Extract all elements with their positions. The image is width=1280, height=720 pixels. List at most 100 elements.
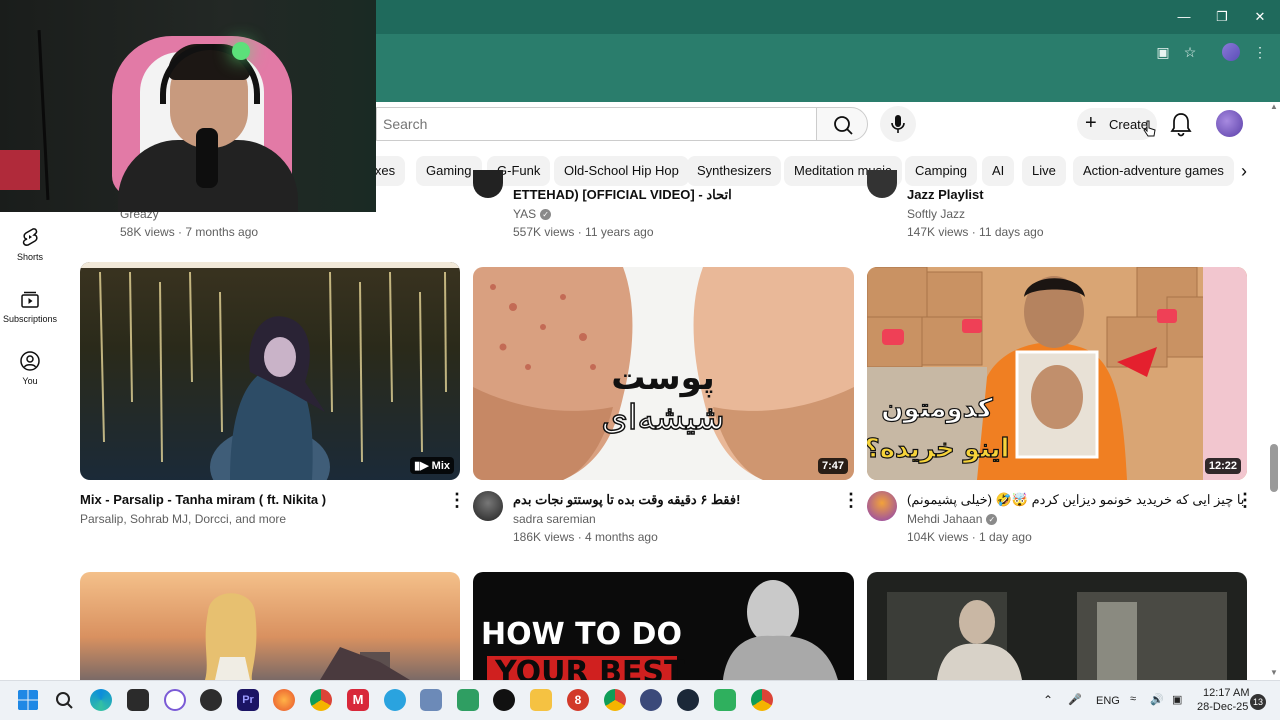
- video-thumbnail[interactable]: ▮▶ Mix: [80, 262, 460, 480]
- video-title[interactable]: فقط ۶ دقیقه وقت بده تا پوستتو نجات بدم!: [513, 492, 740, 508]
- premiere-icon[interactable]: Pr: [237, 689, 259, 711]
- steam-icon[interactable]: [677, 689, 699, 711]
- notifications-button[interactable]: [1168, 110, 1194, 138]
- minimize-button[interactable]: —: [1172, 6, 1196, 28]
- video-thumbnail[interactable]: کدومتون اینو خریده؟ 12:22: [867, 267, 1247, 480]
- more-options-icon[interactable]: ⋮: [448, 490, 466, 511]
- bookmark-star-icon[interactable]: ☆: [1180, 42, 1200, 62]
- more-options-icon[interactable]: ⋮: [1236, 490, 1254, 511]
- thumb-text-your-best: YOUR BEST: [494, 655, 685, 680]
- store-icon[interactable]: [127, 689, 149, 711]
- channel-avatar[interactable]: [867, 491, 897, 521]
- mix-badge: ▮▶ Mix: [410, 457, 454, 474]
- webcam-overlay: [0, 0, 376, 212]
- filter-chips: ixes Gaming G-Funk Old-School Hip Hop Sy…: [362, 156, 1256, 186]
- app-icon[interactable]: [714, 689, 736, 711]
- account-avatar[interactable]: [1216, 110, 1243, 137]
- mega-icon[interactable]: M: [347, 689, 369, 711]
- channel-avatar[interactable]: [867, 170, 897, 198]
- clock-date[interactable]: 28-Dec-25: [1197, 701, 1248, 713]
- channel-name[interactable]: sadra saremian: [513, 512, 596, 526]
- video-title[interactable]: ETTEHAD) [OFFICIAL VIDEO] - اتحاد: [513, 187, 732, 203]
- close-window-button[interactable]: ✕: [1248, 6, 1272, 28]
- chip-live[interactable]: Live: [1022, 156, 1066, 186]
- sidebar-item-label: You: [22, 376, 38, 386]
- video-meta: 104K views · 1 day ago: [907, 530, 1032, 544]
- sidebar-item-label: Shorts: [16, 252, 43, 262]
- screen: — ❐ ✕ ▣ ☆ ⋮ +: [0, 0, 1280, 720]
- video-duration: 12:22: [1204, 458, 1241, 474]
- maximize-button[interactable]: ❐: [1210, 6, 1234, 28]
- chip-camping[interactable]: Camping: [905, 156, 978, 186]
- video-title[interactable]: Jazz Playlist: [907, 187, 984, 202]
- edge-icon[interactable]: [90, 689, 112, 711]
- microphone-tray-icon[interactable]: 🎤: [1068, 693, 1082, 706]
- chevron-right-icon[interactable]: ›: [1232, 158, 1256, 184]
- chip-ai[interactable]: AI: [982, 156, 1015, 186]
- search-button[interactable]: [816, 107, 868, 141]
- chrome-active-icon[interactable]: [751, 689, 773, 711]
- channel-name-text: YAS: [513, 207, 537, 221]
- doorway-man-artwork: [887, 592, 1227, 680]
- video-thumbnail[interactable]: پوست شیشه‌ای 7:47: [473, 267, 854, 480]
- chrome-icon[interactable]: [310, 689, 332, 711]
- install-app-icon[interactable]: ▣: [1153, 42, 1173, 62]
- chip-gaming[interactable]: Gaming: [416, 156, 482, 186]
- channel-avatar[interactable]: [473, 491, 503, 521]
- video-meta: 147K views · 11 days ago: [907, 225, 1044, 239]
- sidebar-item-you[interactable]: You: [0, 350, 60, 386]
- you-icon: [20, 351, 40, 371]
- video-thumbnail[interactable]: HOW TO DO YOUR BEST: [473, 572, 854, 680]
- channel-name[interactable]: Softly Jazz: [907, 207, 965, 221]
- wifi-icon[interactable]: ≈: [1130, 693, 1136, 705]
- boxes-room-artwork: کدومتون اینو خریده؟: [867, 267, 1247, 480]
- subscriptions-icon: [21, 291, 39, 308]
- thumb-text-bought-this: اینو خریده؟: [867, 434, 1009, 464]
- video-title[interactable]: Mix - Parsalip - Tanha miram ( ft. Nikit…: [80, 492, 326, 507]
- scrollbar-thumb[interactable]: [1270, 444, 1278, 492]
- chip-old-school-hip-hop[interactable]: Old-School Hip Hop: [554, 156, 689, 186]
- chip-action-adventure-games[interactable]: Action-adventure games: [1073, 156, 1234, 186]
- chip-synthesizers[interactable]: Synthesizers: [687, 156, 782, 186]
- search-icon[interactable]: [53, 689, 75, 711]
- bell-icon: [1170, 113, 1192, 137]
- video-thumbnail[interactable]: [867, 572, 1247, 680]
- more-options-icon[interactable]: ⋮: [842, 490, 860, 511]
- browser-menu-icon[interactable]: ⋮: [1250, 42, 1270, 62]
- verified-icon: ✓: [540, 209, 552, 221]
- scroll-down-arrow[interactable]: ▼: [1268, 668, 1280, 678]
- show-hidden-icons-icon[interactable]: ⌃: [1043, 693, 1053, 707]
- channel-name[interactable]: YAS ✓: [513, 207, 552, 221]
- channel-name[interactable]: Parsalip, Sohrab MJ, Dorcci, and more: [80, 512, 286, 526]
- sidebar-item-shorts[interactable]: Shorts: [0, 226, 60, 262]
- search-input[interactable]: [383, 114, 803, 134]
- firefox-icon[interactable]: [273, 689, 295, 711]
- browser-profile-avatar[interactable]: [1222, 43, 1240, 61]
- channel-name[interactable]: Mehdi Jahaan ✓: [907, 512, 998, 526]
- voice-search-button[interactable]: [880, 106, 916, 142]
- app-icon[interactable]: [420, 689, 442, 711]
- sidebar-item-subscriptions[interactable]: Subscriptions: [0, 288, 60, 324]
- chrome-profile-icon[interactable]: [604, 689, 626, 711]
- channel-avatar[interactable]: [473, 170, 503, 198]
- app-icon[interactable]: 8: [567, 689, 589, 711]
- mix-badge-label: Mix: [431, 460, 450, 472]
- microphone-image: [196, 128, 218, 188]
- file-explorer-icon[interactable]: [530, 689, 552, 711]
- language-indicator[interactable]: ENG: [1096, 695, 1120, 707]
- scroll-up-arrow[interactable]: ▲: [1268, 102, 1280, 112]
- tiktok-icon[interactable]: [493, 689, 515, 711]
- app-icon[interactable]: [640, 689, 662, 711]
- obs-icon[interactable]: [200, 689, 222, 711]
- calculator-icon[interactable]: [457, 689, 479, 711]
- telegram-icon[interactable]: [384, 689, 406, 711]
- app-icon[interactable]: [164, 689, 186, 711]
- windows-start-icon[interactable]: [17, 689, 39, 711]
- volume-icon[interactable]: 🔊: [1150, 693, 1164, 706]
- notification-count-badge[interactable]: 13: [1250, 694, 1266, 710]
- video-thumbnail[interactable]: [80, 572, 460, 680]
- clock-time[interactable]: 12:17 AM: [1203, 687, 1249, 699]
- face-comparison-artwork: پوست شیشه‌ای: [473, 267, 854, 480]
- video-title[interactable]: با چیز ایی که خریدید خونمو دیزاین کردم 🤯…: [907, 492, 1244, 508]
- battery-icon[interactable]: ▣: [1172, 693, 1182, 706]
